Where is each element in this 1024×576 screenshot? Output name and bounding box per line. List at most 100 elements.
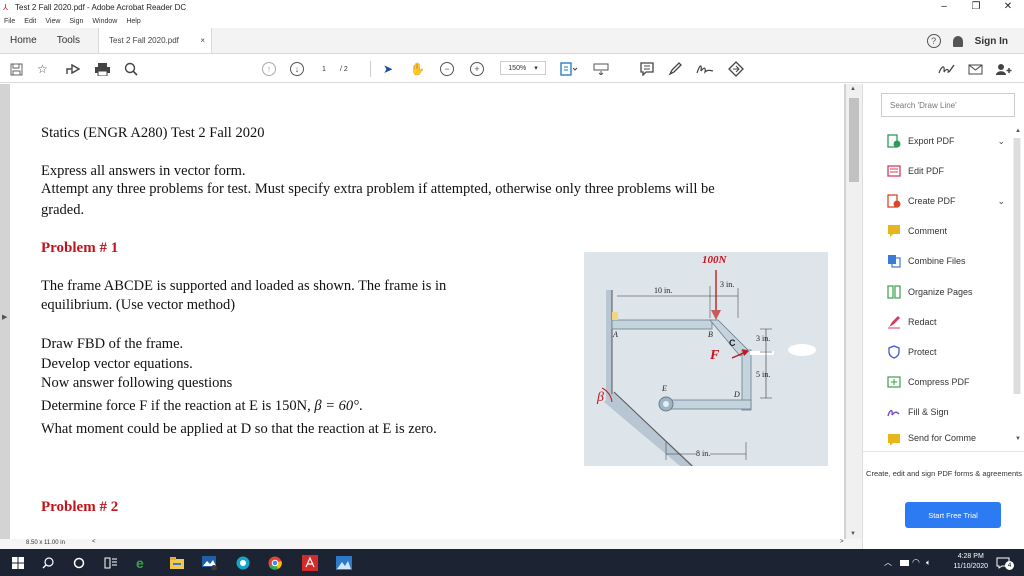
pdf-page: Statics (ENGR A280) Test 2 Fall 2020 Exp… (10, 84, 844, 539)
task-view-icon[interactable] (104, 554, 118, 571)
photos-icon[interactable] (202, 554, 218, 571)
tray-chevron-up-icon[interactable]: ︿ (884, 554, 892, 571)
tool-compress-pdf[interactable]: Compress PDF (887, 373, 1005, 391)
tool-combine-files[interactable]: Combine Files (887, 252, 1005, 270)
print-icon[interactable] (95, 61, 110, 77)
help-icon[interactable]: ? (926, 34, 941, 48)
menu-sign[interactable]: Sign (69, 18, 83, 25)
edge-icon[interactable]: e (136, 554, 144, 571)
tool-create-pdf[interactable]: Create PDF ⌄ (887, 192, 1005, 210)
toolbar-divider (370, 61, 371, 77)
search-icon[interactable] (42, 554, 54, 571)
tool-protect[interactable]: Protect (887, 343, 1005, 361)
tools-search-input[interactable]: Search 'Draw Line' (881, 93, 1015, 117)
windows-start-icon[interactable] (12, 554, 24, 571)
scroll-up-icon[interactable]: ▲ (850, 86, 856, 92)
page-fit-icon[interactable] (560, 61, 578, 77)
document-viewport[interactable]: Statics (ENGR A280) Test 2 Fall 2020 Exp… (0, 84, 862, 539)
problem-text: Now answer following questions (41, 375, 233, 391)
tool-fill-sign[interactable]: Fill & Sign (887, 403, 1005, 421)
tool-export-pdf[interactable]: Export PDF ⌄ (887, 132, 1005, 150)
file-explorer-icon[interactable] (170, 554, 184, 571)
tools-scroll-down-icon[interactable]: ▼ (1015, 436, 1021, 442)
scrollbar-thumb[interactable] (849, 98, 859, 182)
zoom-out-button[interactable]: − (440, 61, 454, 77)
close-button[interactable]: ✕ (992, 0, 1024, 14)
scroll-right-icon[interactable]: > (840, 539, 844, 545)
cortana-icon[interactable] (73, 554, 85, 571)
fill-sign-tool-icon[interactable] (938, 61, 956, 77)
point-label-a: A (613, 330, 618, 339)
volume-icon[interactable]: 🔈︎ (926, 554, 931, 571)
minimize-button[interactable]: – (928, 0, 960, 14)
tool-organize-pages[interactable]: Organize Pages (887, 283, 1005, 301)
highlight-pen-icon[interactable] (668, 61, 682, 77)
next-page-button[interactable]: ↓ (290, 61, 304, 77)
tab-row: Home Tools Test 2 Fall 2020.pdf × ? Sign… (0, 28, 1024, 54)
tab-home[interactable]: Home (0, 28, 47, 53)
clock-time: 4:28 PM (957, 553, 984, 560)
start-free-trial-button[interactable]: Start Free Trial (905, 502, 1001, 528)
windows-taskbar: e ︿ ◠ 🔈︎ 4:28 PM 11/10/2020 4 (0, 549, 1024, 576)
chevron-down-icon[interactable]: ⌄ (997, 196, 1005, 207)
title-bar: ⅄ Test 2 Fall 2020.pdf - Adobe Acrobat R… (0, 0, 1024, 14)
notification-bell-icon[interactable] (952, 35, 963, 47)
document-title: Statics (ENGR A280) Test 2 Fall 2020 (41, 125, 265, 141)
tab-document[interactable]: Test 2 Fall 2020.pdf × (98, 28, 213, 53)
tools-scroll-up-icon[interactable]: ▲ (1015, 128, 1021, 134)
sign-in-button[interactable]: Sign In (975, 36, 1008, 47)
current-page-input[interactable]: 1 (322, 61, 326, 77)
image-viewer-icon[interactable] (336, 554, 352, 571)
keyboard-icon[interactable] (593, 61, 609, 77)
window-title: Test 2 Fall 2020.pdf - Adobe Acrobat Rea… (15, 2, 187, 12)
add-user-icon[interactable] (996, 61, 1012, 77)
tool-comment[interactable]: Comment (887, 222, 1005, 240)
scroll-left-icon[interactable]: < (92, 539, 96, 545)
scroll-down-icon[interactable]: ▼ (850, 531, 856, 537)
notification-center-icon[interactable]: 4 (996, 554, 1014, 571)
sign-icon[interactable] (696, 61, 714, 77)
zoom-in-button[interactable]: + (470, 61, 484, 77)
tool-edit-pdf[interactable]: Edit PDF (887, 162, 1005, 180)
document-scrollbar[interactable]: ▲ ▼ (846, 84, 862, 539)
left-panel-toggle-icon[interactable]: ▶ (2, 313, 7, 321)
point-label-d: D (734, 390, 740, 399)
tab-tools[interactable]: Tools (47, 28, 90, 53)
maximize-button[interactable]: ❐ (960, 0, 992, 14)
menu-file[interactable]: File (4, 18, 15, 25)
comment-icon[interactable] (640, 61, 654, 77)
tools-scrollbar[interactable] (1013, 138, 1021, 394)
system-clock[interactable]: 4:28 PM 11/10/2020 (953, 552, 988, 572)
clock-date: 11/10/2020 (953, 563, 988, 570)
acrobat-taskbar-icon[interactable] (302, 554, 318, 571)
problem-heading: Problem # 1 (41, 240, 119, 256)
menu-help[interactable]: Help (126, 18, 140, 25)
status-bar: 8.50 x 11.00 in < > (0, 539, 862, 549)
chevron-down-icon[interactable]: ⌄ (997, 136, 1005, 147)
tab-close-icon[interactable]: × (200, 36, 205, 45)
browser-icon[interactable] (236, 554, 250, 571)
battery-icon[interactable] (900, 554, 910, 571)
tools-scrollbar-thumb[interactable] (1014, 138, 1020, 394)
problem-text: Draw FBD of the frame. (41, 336, 184, 352)
menu-view[interactable]: View (45, 18, 60, 25)
select-cursor-icon[interactable]: ➤ (383, 61, 393, 77)
tool-label: Comment (908, 226, 948, 236)
wifi-icon[interactable]: ◠ (912, 554, 920, 571)
email-icon[interactable] (968, 61, 983, 77)
tool-redact[interactable]: Redact (887, 313, 1005, 331)
menu-edit[interactable]: Edit (24, 18, 36, 25)
instruction-line: Express all answers in vector form. (41, 163, 246, 179)
share-icon[interactable] (66, 61, 80, 77)
zoom-search-icon[interactable] (124, 61, 138, 77)
force-label-f: F (710, 348, 720, 363)
hand-tool-icon[interactable]: ✋ (410, 61, 425, 77)
zoom-level-dropdown[interactable]: 150% ▾ (500, 61, 546, 75)
bookmark-star-icon[interactable]: ☆ (37, 61, 48, 77)
previous-page-button[interactable]: ↑ (262, 61, 276, 77)
save-icon[interactable] (10, 61, 23, 77)
chrome-icon[interactable] (268, 554, 282, 571)
menu-window[interactable]: Window (92, 18, 117, 25)
tool-send-for-comment[interactable]: Send for Comme (887, 433, 1005, 445)
stamp-icon[interactable] (728, 61, 744, 77)
